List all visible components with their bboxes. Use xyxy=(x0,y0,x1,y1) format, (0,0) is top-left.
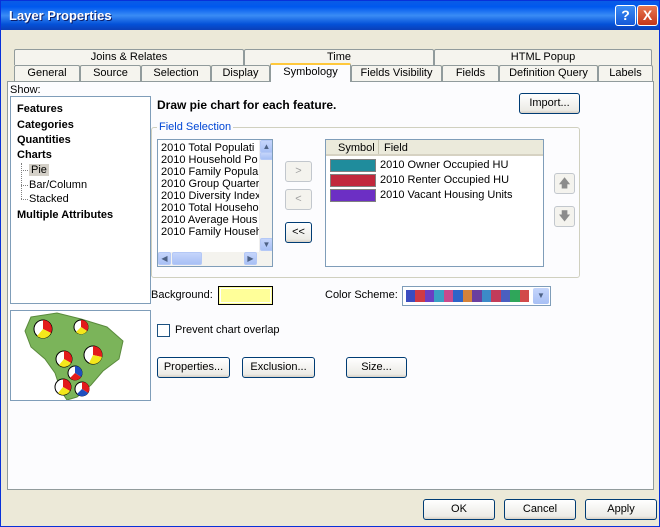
list-item[interactable]: 2010 Family Populal xyxy=(161,166,261,178)
tab-fields[interactable]: Fields xyxy=(442,65,499,81)
tree-pie[interactable]: Pie xyxy=(29,164,49,176)
tab-source[interactable]: Source xyxy=(80,65,141,81)
list-item[interactable]: 2010 Total Populati xyxy=(161,142,254,154)
scroll-right-icon[interactable]: ▶ xyxy=(244,252,257,265)
tree-connector xyxy=(21,199,28,200)
move-right-button[interactable]: > xyxy=(285,161,312,182)
tab-selection[interactable]: Selection xyxy=(141,65,211,81)
tree-stacked[interactable]: Stacked xyxy=(29,193,69,205)
layer-properties-window: Layer Properties ? X Joins & Relates Tim… xyxy=(0,0,660,527)
tree-features[interactable]: Features xyxy=(17,103,63,115)
import-button[interactable]: Import... xyxy=(519,93,580,114)
horizontal-scrollbar[interactable]: ◀ ▶ xyxy=(158,252,272,266)
tree-multiple-attributes[interactable]: Multiple Attributes xyxy=(17,209,113,221)
prevent-overlap-label[interactable]: Prevent chart overlap xyxy=(175,324,280,336)
tab-labels[interactable]: Labels xyxy=(598,65,653,81)
field-name: 2010 Vacant Housing Units xyxy=(380,189,513,201)
scroll-thumb-horizontal[interactable] xyxy=(172,252,202,265)
symbol-swatch[interactable] xyxy=(330,159,376,172)
exclusion-button[interactable]: Exclusion... xyxy=(242,357,315,378)
vertical-scrollbar[interactable]: ▲ ▼ xyxy=(259,140,272,252)
available-fields-list[interactable]: 2010 Total Populati 2010 Household Po 20… xyxy=(157,139,273,267)
tree-connector xyxy=(21,170,28,171)
ok-button[interactable]: OK xyxy=(423,499,495,520)
scroll-down-icon[interactable]: ▼ xyxy=(260,238,272,251)
tab-display[interactable]: Display xyxy=(211,65,270,81)
list-item[interactable]: 2010 Family Househ xyxy=(161,226,262,238)
color-scheme-label: Color Scheme: xyxy=(325,289,398,301)
show-label: Show: xyxy=(10,84,41,96)
list-item[interactable]: 2010 Group Quarter xyxy=(161,178,259,190)
tree-connector xyxy=(21,185,28,186)
renderer-description: Draw pie chart for each feature. xyxy=(157,98,337,112)
background-label: Background: xyxy=(151,289,213,301)
tree-categories[interactable]: Categories xyxy=(17,119,74,131)
move-down-icon[interactable]: 🡇 xyxy=(554,206,575,227)
list-item[interactable]: 2010 Household Po xyxy=(161,154,258,166)
scroll-thumb[interactable] xyxy=(260,152,272,160)
symbol-swatch[interactable] xyxy=(330,189,376,202)
tab-general[interactable]: General xyxy=(14,65,80,81)
color-scheme-dropdown[interactable]: ▼ xyxy=(402,286,551,306)
field-name: 2010 Renter Occupied HU xyxy=(380,174,510,186)
tab-definition-query[interactable]: Definition Query xyxy=(499,65,598,81)
prevent-overlap-checkbox[interactable] xyxy=(157,324,170,337)
field-column-header[interactable]: Field xyxy=(384,142,408,154)
tree-charts[interactable]: Charts xyxy=(17,149,52,161)
table-row[interactable]: 2010 Renter Occupied HU xyxy=(330,173,541,188)
tab-fields-visibility[interactable]: Fields Visibility xyxy=(351,65,442,81)
symbology-panel: Show: Features Categories Quantities Cha… xyxy=(7,81,654,490)
title-bar: Layer Properties ? X xyxy=(1,1,659,30)
tree-quantities[interactable]: Quantities xyxy=(17,134,71,146)
selected-fields-table[interactable]: Symbol Field 2010 Owner Occupied HU 2010… xyxy=(325,139,544,267)
table-row[interactable]: 2010 Vacant Housing Units xyxy=(330,188,541,203)
properties-button[interactable]: Properties... xyxy=(157,357,230,378)
list-item[interactable]: 2010 Average Hous xyxy=(161,214,257,226)
move-left-button[interactable]: < xyxy=(285,189,312,210)
tab-html-popup[interactable]: HTML Popup xyxy=(434,49,652,65)
help-icon[interactable]: ? xyxy=(615,5,636,26)
field-selection-label: Field Selection xyxy=(157,121,234,133)
table-header: Symbol Field xyxy=(326,140,543,156)
window-title: Layer Properties xyxy=(9,8,112,23)
renderer-tree: Features Categories Quantities Charts Pi… xyxy=(10,96,151,304)
tab-symbology[interactable]: Symbology xyxy=(270,63,351,82)
tree-connector xyxy=(21,163,22,199)
pie-chart-map-preview xyxy=(10,310,151,401)
column-divider xyxy=(378,140,379,154)
dialog-button-bar: OK Cancel Apply xyxy=(1,493,659,527)
move-up-icon[interactable]: 🡅 xyxy=(554,173,575,194)
apply-button[interactable]: Apply xyxy=(585,499,657,520)
remove-all-button[interactable]: << xyxy=(285,222,312,243)
background-color-button[interactable] xyxy=(218,286,273,305)
field-name: 2010 Owner Occupied HU xyxy=(380,159,509,171)
chevron-down-icon[interactable]: ▼ xyxy=(533,288,549,304)
south-america-map-icon xyxy=(11,311,150,401)
table-row[interactable]: 2010 Owner Occupied HU xyxy=(330,158,541,173)
tab-joins-relates[interactable]: Joins & Relates xyxy=(14,49,244,65)
color-ramp xyxy=(406,290,530,302)
close-icon[interactable]: X xyxy=(637,5,658,26)
list-item[interactable]: 2010 Total Househo xyxy=(161,202,259,214)
symbol-column-header[interactable]: Symbol xyxy=(338,142,375,154)
tree-bar-column[interactable]: Bar/Column xyxy=(29,179,87,191)
size-button[interactable]: Size... xyxy=(346,357,407,378)
list-item[interactable]: 2010 Diversity Index xyxy=(161,190,261,202)
scroll-left-icon[interactable]: ◀ xyxy=(158,252,171,265)
symbol-swatch[interactable] xyxy=(330,174,376,187)
cancel-button[interactable]: Cancel xyxy=(504,499,576,520)
